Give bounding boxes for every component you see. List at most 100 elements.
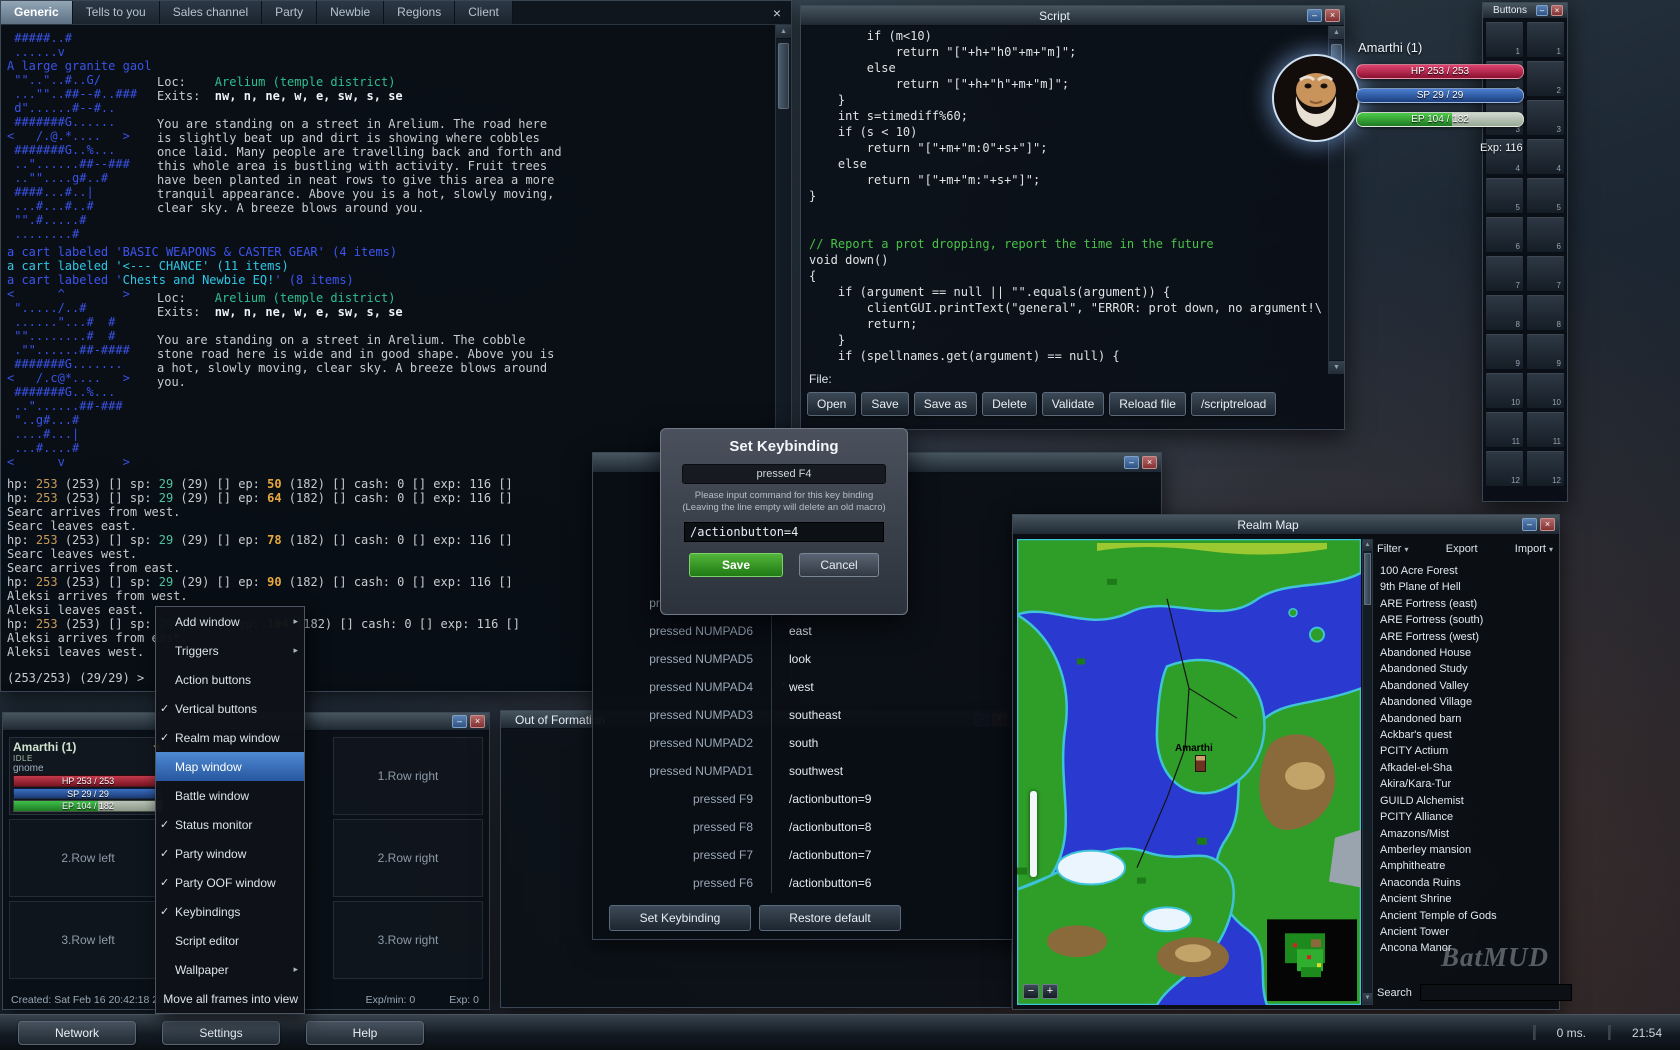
location-item[interactable]: Ancient Shrine	[1377, 891, 1553, 907]
tab-tells-to-you[interactable]: Tells to you	[73, 1, 160, 24]
network-button[interactable]: Network	[18, 1021, 136, 1045]
character-portrait[interactable]	[1272, 54, 1360, 142]
action-button-10[interactable]: 10	[1526, 372, 1565, 409]
menu-item-party-oof-window[interactable]: ✓Party OOF window	[156, 868, 304, 897]
script-code-area[interactable]: if (m<10) return "["+h+"h0"+m+"m]"; else…	[809, 28, 1322, 368]
menu-item-triggers[interactable]: Triggers▸	[156, 636, 304, 665]
close-icon[interactable]: ×	[1551, 5, 1563, 16]
open-button[interactable]: Open	[807, 392, 856, 416]
formation-slot[interactable]: 3.Row right	[333, 901, 483, 979]
scriptreload-button[interactable]: /scriptreload	[1191, 392, 1276, 416]
location-item[interactable]: PCITY Actium	[1377, 743, 1553, 759]
command-input[interactable]	[684, 522, 884, 542]
minimize-icon[interactable]: –	[1536, 5, 1548, 16]
scroll-down-icon[interactable]: ▼	[1363, 993, 1372, 1004]
scroll-up-icon[interactable]: ▲	[1363, 540, 1372, 551]
location-item[interactable]: Afkadel-el-Sha	[1377, 760, 1553, 776]
menu-item-keybindings[interactable]: ✓Keybindings	[156, 897, 304, 926]
menu-item-map-window[interactable]: Map window	[156, 752, 304, 781]
location-item[interactable]: ARE Fortress (east)	[1377, 596, 1553, 612]
action-button-9[interactable]: 9	[1485, 333, 1524, 370]
location-item[interactable]: Amphitheatre	[1377, 858, 1553, 874]
action-button-6[interactable]: 6	[1526, 216, 1565, 253]
action-button-12[interactable]: 12	[1526, 450, 1565, 487]
export-button[interactable]: Export	[1446, 543, 1478, 555]
location-item[interactable]: Abandoned Village	[1377, 694, 1553, 710]
menu-item-vertical-buttons[interactable]: ✓Vertical buttons	[156, 694, 304, 723]
restore-default-button[interactable]: Restore default	[759, 905, 901, 931]
action-button-5[interactable]: 5	[1485, 177, 1524, 214]
action-button-12[interactable]: 12	[1485, 450, 1524, 487]
location-item[interactable]: Ackbar's quest	[1377, 727, 1553, 743]
location-item[interactable]: Anaconda Ruins	[1377, 875, 1553, 891]
location-item[interactable]: ARE Fortress (south)	[1377, 612, 1553, 628]
help-button[interactable]: Help	[306, 1021, 424, 1045]
location-item[interactable]: Ancona Manor	[1377, 940, 1553, 956]
map-zoom-slider[interactable]	[1030, 791, 1037, 877]
location-item[interactable]: Abandoned House	[1377, 645, 1553, 661]
scroll-down-icon[interactable]: ▼	[1329, 360, 1344, 374]
location-item[interactable]: PCITY Alliance	[1377, 809, 1553, 825]
cancel-button[interactable]: Cancel	[799, 553, 879, 577]
minimize-icon[interactable]: –	[1124, 456, 1139, 469]
realm-map-titlebar[interactable]: Realm Map – ×	[1013, 515, 1559, 535]
formation-slot[interactable]: 3.Row left	[9, 901, 167, 979]
location-item[interactable]: Ancient Temple of Gods	[1377, 908, 1553, 924]
action-button-7[interactable]: 7	[1526, 255, 1565, 292]
action-button-8[interactable]: 8	[1485, 294, 1524, 331]
formation-slot[interactable]: 2.Row right	[333, 819, 483, 897]
reload-file-button[interactable]: Reload file	[1109, 392, 1186, 416]
location-item[interactable]: GUILD Alchemist	[1377, 793, 1553, 809]
party-member-card[interactable]: Amarthi (1) ★ IDLE gnome HP 253 / 253 SP…	[9, 737, 167, 815]
close-icon[interactable]: ×	[1142, 456, 1157, 469]
settings-button[interactable]: Settings	[162, 1021, 280, 1045]
set-keybinding-button[interactable]: Set Keybinding	[609, 905, 751, 931]
scroll-up-icon[interactable]: ▲	[1329, 26, 1344, 40]
menu-item-add-window[interactable]: Add window▸	[156, 607, 304, 636]
save-button[interactable]: Save	[689, 553, 783, 577]
action-button-7[interactable]: 7	[1485, 255, 1524, 292]
realm-map-canvas[interactable]: Amarthi − +	[1017, 539, 1361, 1005]
location-item[interactable]: Abandoned Study	[1377, 661, 1553, 677]
action-button-5[interactable]: 5	[1526, 177, 1565, 214]
validate-button[interactable]: Validate	[1042, 392, 1104, 416]
script-titlebar[interactable]: Script – ×	[801, 6, 1344, 26]
menu-item-status-monitor[interactable]: ✓Status monitor	[156, 810, 304, 839]
location-item[interactable]: Amazons/Mist	[1377, 826, 1553, 842]
location-item[interactable]: Abandoned Valley	[1377, 678, 1553, 694]
location-item[interactable]: 9th Plane of Hell	[1377, 579, 1553, 595]
minimize-icon[interactable]: –	[452, 715, 467, 728]
location-item[interactable]: Abandoned barn	[1377, 711, 1553, 727]
scrollbar-thumb[interactable]	[778, 43, 789, 109]
save-button[interactable]: Save	[861, 392, 908, 416]
location-list-scrollbar[interactable]: ▲ ▼	[1362, 539, 1373, 1005]
formation-slot[interactable]: 2.Row left	[9, 819, 167, 897]
menu-item-realm-map-window[interactable]: ✓Realm map window	[156, 723, 304, 752]
action-button-11[interactable]: 11	[1485, 411, 1524, 448]
menu-item-wallpaper[interactable]: Wallpaper▸	[156, 955, 304, 984]
location-item[interactable]: Amberley mansion	[1377, 842, 1553, 858]
action-button-8[interactable]: 8	[1526, 294, 1565, 331]
close-icon[interactable]: ×	[470, 715, 485, 728]
zoom-out-button[interactable]: −	[1023, 984, 1039, 999]
menu-item-script-editor[interactable]: Script editor	[156, 926, 304, 955]
save-as-button[interactable]: Save as	[914, 392, 977, 416]
formation-slot[interactable]: 1.Row right	[333, 737, 483, 815]
tab-sales-channel[interactable]: Sales channel	[160, 1, 262, 24]
close-icon[interactable]: ×	[763, 1, 791, 24]
close-icon[interactable]: ×	[1540, 518, 1555, 531]
minimize-icon[interactable]: –	[1522, 518, 1537, 531]
location-item[interactable]: Akira/Kara-Tur	[1377, 776, 1553, 792]
menu-item-battle-window[interactable]: Battle window	[156, 781, 304, 810]
buttons-titlebar[interactable]: Buttons – ×	[1483, 3, 1567, 19]
menu-item-party-window[interactable]: ✓Party window	[156, 839, 304, 868]
action-button-10[interactable]: 10	[1485, 372, 1524, 409]
close-icon[interactable]: ×	[1325, 9, 1340, 22]
location-item[interactable]: Ancient Tower	[1377, 924, 1553, 940]
menu-item-action-buttons[interactable]: Action buttons	[156, 665, 304, 694]
action-button-6[interactable]: 6	[1485, 216, 1524, 253]
import-dropdown[interactable]: Import ▾	[1515, 543, 1553, 555]
scroll-up-icon[interactable]: ▲	[776, 25, 791, 39]
tab-generic[interactable]: Generic	[1, 1, 73, 24]
tab-regions[interactable]: Regions	[384, 1, 455, 24]
